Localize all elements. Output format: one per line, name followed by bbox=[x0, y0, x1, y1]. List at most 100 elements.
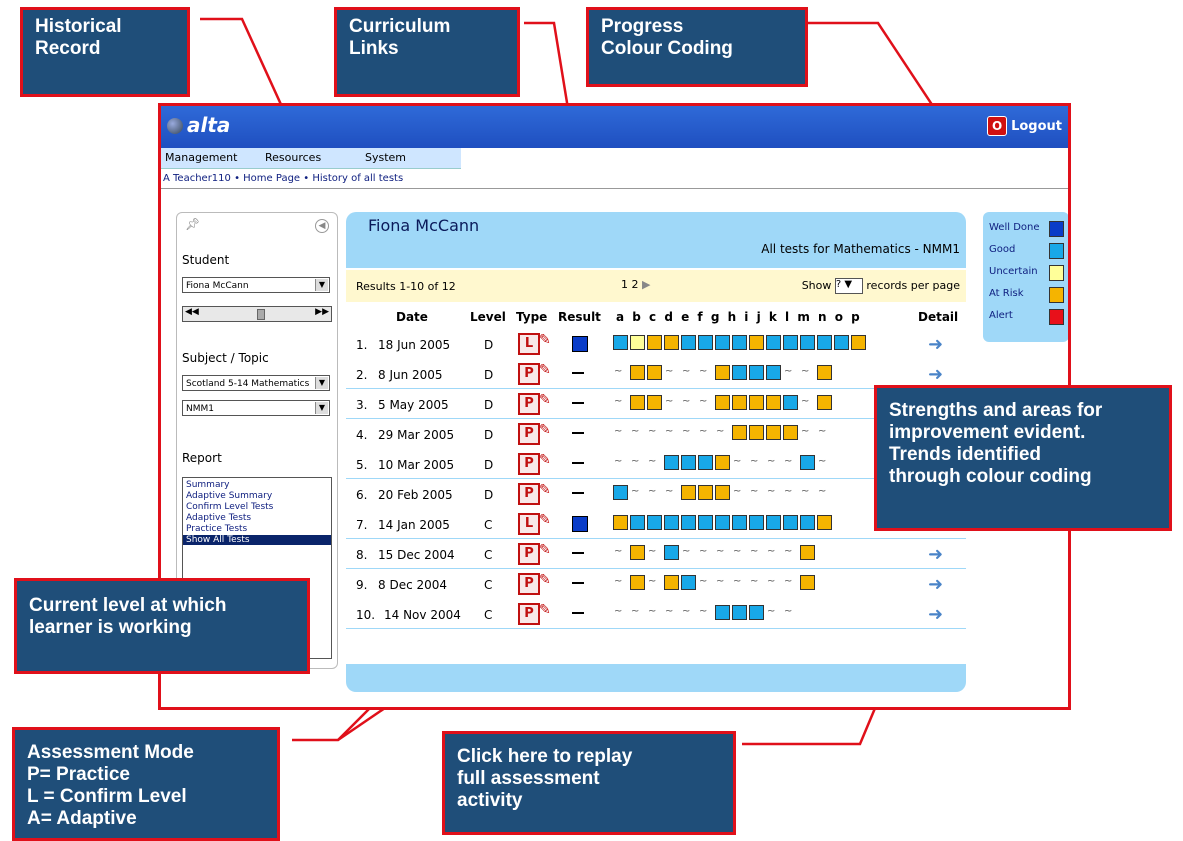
report-item-summary[interactable]: Summary bbox=[186, 480, 230, 490]
show-label: Show bbox=[801, 279, 832, 292]
menu-management[interactable]: Management bbox=[165, 151, 237, 164]
detail-arrow-icon[interactable]: ➜ bbox=[928, 334, 943, 355]
not-assessed-mark: ~ bbox=[699, 606, 708, 617]
detail-arrow-icon[interactable]: ➜ bbox=[928, 364, 943, 385]
not-assessed-mark: ~ bbox=[784, 456, 793, 467]
progress-square bbox=[715, 485, 730, 500]
student-slider[interactable]: ◀◀ ▶▶ bbox=[182, 306, 332, 322]
table-row: 3.5 May 2005DP✎~~~~~➜ bbox=[346, 390, 966, 420]
result-dash bbox=[572, 432, 584, 434]
progress-square bbox=[613, 335, 628, 350]
row-date: 14 Nov 2004 bbox=[384, 608, 461, 622]
slider-end-icon[interactable]: ▶▶ bbox=[315, 307, 329, 317]
callout-strengths: Strengths and areas for improvement evid… bbox=[874, 385, 1172, 531]
records-select-value: ? bbox=[835, 279, 842, 290]
progress-square bbox=[647, 395, 662, 410]
row-level: C bbox=[484, 578, 493, 592]
not-assessed-mark: ~ bbox=[614, 396, 623, 407]
legend-swatch bbox=[1049, 265, 1064, 281]
pagination[interactable]: 1 2 ▶ bbox=[621, 278, 650, 291]
assessment-type-badge[interactable]: P bbox=[518, 363, 540, 385]
assessment-type-badge[interactable]: P bbox=[518, 573, 540, 595]
not-assessed-mark: ~ bbox=[699, 576, 708, 587]
progress-square bbox=[664, 515, 679, 530]
not-assessed-mark: ~ bbox=[818, 456, 827, 467]
breadcrumb[interactable]: A Teacher110 • Home Page • History of al… bbox=[163, 173, 403, 184]
subject-section: Subject / Topic bbox=[182, 351, 269, 365]
report-item-adaptive-tests[interactable]: Adaptive Tests bbox=[186, 513, 251, 523]
assessment-type-badge[interactable]: P bbox=[518, 543, 540, 565]
assessment-type-badge[interactable]: L bbox=[518, 513, 540, 535]
menu-system[interactable]: System bbox=[365, 151, 406, 164]
menu-resources[interactable]: Resources bbox=[265, 151, 321, 164]
logout-button[interactable]: O Logout bbox=[987, 116, 1062, 136]
not-assessed-mark: ~ bbox=[614, 456, 623, 467]
table-row: 7.14 Jan 2005CL✎➜ bbox=[346, 510, 966, 540]
progress-square bbox=[732, 365, 747, 380]
row-date: 18 Jun 2005 bbox=[378, 338, 451, 352]
row-index: 7. bbox=[356, 518, 368, 532]
row-index: 5. bbox=[356, 458, 368, 472]
detail-arrow-icon[interactable]: ➜ bbox=[928, 544, 943, 565]
progress-square bbox=[715, 335, 730, 350]
next-page-icon[interactable]: ▶ bbox=[642, 278, 650, 291]
not-assessed-mark: ~ bbox=[733, 486, 742, 497]
report-item-show-all-tests[interactable]: Show All Tests bbox=[183, 535, 331, 545]
detail-arrow-icon[interactable]: ➜ bbox=[928, 574, 943, 595]
progress-square bbox=[647, 365, 662, 380]
collapse-icon[interactable]: ◀ bbox=[315, 219, 329, 233]
alta-logo[interactable]: alta bbox=[167, 113, 230, 137]
not-assessed-mark: ~ bbox=[733, 546, 742, 557]
topic-select[interactable]: NMM1 ▼ bbox=[182, 400, 330, 416]
assessment-type-badge[interactable]: P bbox=[518, 453, 540, 475]
row-level: D bbox=[484, 398, 494, 412]
callout-current-level: Current level at which learner is workin… bbox=[14, 578, 310, 674]
pencil-icon: ✎ bbox=[539, 482, 551, 498]
subject-select[interactable]: Scotland 5-14 Mathematics ▼ bbox=[182, 375, 330, 391]
detail-arrow-icon[interactable]: ➜ bbox=[928, 604, 943, 625]
table-row: 4.29 Mar 2005DP✎~~~~~~~~~➜ bbox=[346, 420, 966, 450]
slider-thumb[interactable] bbox=[257, 309, 265, 320]
records-select[interactable]: ? ▼ bbox=[834, 278, 863, 294]
menu-bar: Management Resources System bbox=[161, 148, 461, 169]
report-item-confirm-level-tests[interactable]: Confirm Level Tests bbox=[186, 502, 273, 512]
header-level: Level bbox=[470, 310, 506, 324]
row-index: 9. bbox=[356, 578, 368, 592]
assessment-type-badge[interactable]: P bbox=[518, 423, 540, 445]
student-select-value: Fiona McCann bbox=[186, 281, 249, 291]
assessment-type-badge[interactable]: L bbox=[518, 333, 540, 355]
page-links[interactable]: 1 2 bbox=[621, 278, 639, 291]
pin-icon[interactable]: 📌︎ bbox=[185, 217, 200, 231]
logout-label: Logout bbox=[1011, 119, 1062, 134]
not-assessed-mark: ~ bbox=[682, 606, 691, 617]
globe-icon bbox=[167, 118, 183, 134]
not-assessed-mark: ~ bbox=[631, 606, 640, 617]
not-assessed-mark: ~ bbox=[631, 456, 640, 467]
callout-replay: Click here to replay full assessment act… bbox=[442, 731, 736, 835]
progress-square bbox=[647, 335, 662, 350]
divider bbox=[161, 188, 1068, 189]
row-divider bbox=[346, 538, 966, 539]
legend-label: Alert bbox=[989, 310, 1013, 321]
progress-square bbox=[664, 545, 679, 560]
header-letters: a b c d e f g h i j k l m n o p bbox=[616, 310, 861, 324]
not-assessed-mark: ~ bbox=[767, 486, 776, 497]
row-date: 10 Mar 2005 bbox=[378, 458, 455, 472]
not-assessed-mark: ~ bbox=[682, 546, 691, 557]
student-select[interactable]: Fiona McCann ▼ bbox=[182, 277, 330, 293]
slider-start-icon[interactable]: ◀◀ bbox=[185, 307, 199, 317]
progress-square bbox=[732, 425, 747, 440]
report-item-practice-tests[interactable]: Practice Tests bbox=[186, 524, 247, 534]
report-item-adaptive-summary[interactable]: Adaptive Summary bbox=[186, 491, 272, 501]
not-assessed-mark: ~ bbox=[767, 606, 776, 617]
assessment-type-badge[interactable]: P bbox=[518, 393, 540, 415]
not-assessed-mark: ~ bbox=[631, 486, 640, 497]
header-type: Type bbox=[516, 310, 548, 324]
not-assessed-mark: ~ bbox=[750, 486, 759, 497]
assessment-type-badge[interactable]: P bbox=[518, 603, 540, 625]
row-index: 1. bbox=[356, 338, 368, 352]
assessment-type-badge[interactable]: P bbox=[518, 483, 540, 505]
progress-square bbox=[800, 575, 815, 590]
pencil-icon: ✎ bbox=[539, 452, 551, 468]
colour-legend: Well Done Good Uncertain At Risk Alert bbox=[983, 212, 1068, 342]
